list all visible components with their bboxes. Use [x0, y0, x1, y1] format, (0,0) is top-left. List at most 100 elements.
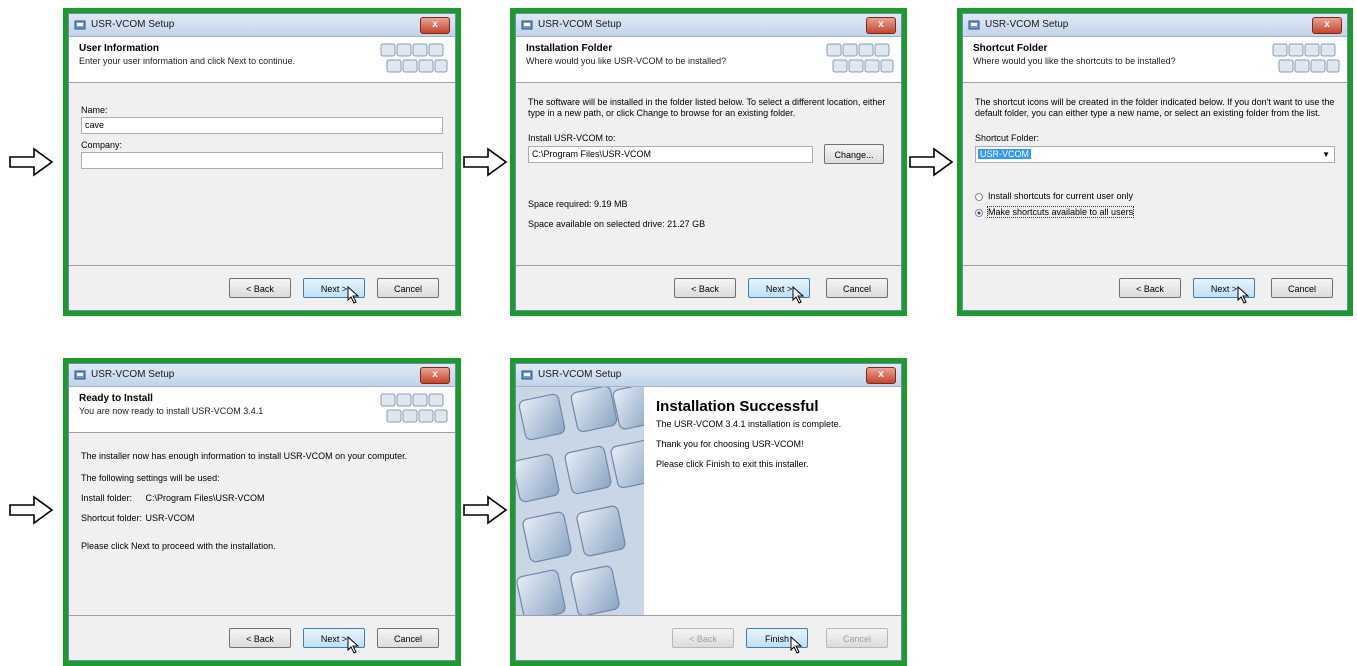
keyboard-banner-icon [1269, 40, 1341, 80]
window-title: USR-VCOM Setup [538, 19, 622, 30]
space-required-text: Space required: 9.19 MB [528, 199, 628, 209]
change-button[interactable]: Change... [824, 144, 884, 164]
success-line-1: The USR-VCOM 3.4.1 installation is compl… [656, 419, 842, 429]
wizard-header: Ready to Install You are now ready to in… [69, 387, 455, 433]
success-panel: Installation Successful The USR-VCOM 3.4… [656, 398, 893, 469]
install-path-label: Install USR-VCOM to: [528, 133, 616, 143]
company-input[interactable] [81, 152, 443, 169]
close-button[interactable]: x [1312, 17, 1342, 34]
page-title: Installation Successful [656, 398, 819, 415]
shortcut-folder-label: Shortcut folder: [81, 513, 143, 523]
window-title: USR-VCOM Setup [91, 19, 175, 30]
cancel-button[interactable]: Cancel [826, 628, 888, 648]
wizard-footer: < Back Next > Cancel [69, 265, 455, 310]
radio-selected-icon[interactable] [975, 208, 983, 217]
setup-app-icon [521, 20, 533, 30]
title-bar: USR-VCOM Setup x [69, 14, 455, 37]
setup-app-icon [74, 370, 86, 380]
arrow-right-icon [462, 147, 508, 177]
step3-window-frame: USR-VCOM Setup x Shortcut Folder Where w… [957, 8, 1353, 316]
name-input[interactable]: cave [81, 117, 443, 134]
install-path-input[interactable]: C:\Program Files\USR-VCOM [528, 146, 813, 163]
keyboard-side-image [516, 387, 644, 619]
proceed-text: Please click Next to proceed with the in… [81, 541, 276, 551]
radio-all-users-label: Make shortcuts available to all users [986, 206, 1135, 218]
arrow-right-icon [8, 495, 54, 525]
back-button[interactable]: < Back [229, 278, 291, 298]
close-button[interactable]: x [420, 367, 450, 384]
wizard-footer: < Back Next > Cancel [963, 265, 1347, 310]
close-button[interactable]: x [866, 17, 896, 34]
wizard-header: Installation Folder Where would you like… [516, 37, 901, 83]
wizard-header: Shortcut Folder Where would you like the… [963, 37, 1347, 83]
shortcut-folder-label: Shortcut Folder: [975, 133, 1040, 143]
back-button[interactable]: < Back [1119, 278, 1181, 298]
arrow-right-icon [8, 147, 54, 177]
window-title: USR-VCOM Setup [538, 369, 622, 380]
wizard-footer: < Back Finish Cancel [516, 615, 901, 660]
settings-intro: The following settings will be used: [81, 473, 220, 483]
wizard-body: The installer now has enough information… [69, 433, 455, 561]
step3-dialog: USR-VCOM Setup x Shortcut Folder Where w… [962, 13, 1348, 311]
arrow-right-icon [908, 147, 954, 177]
chevron-down-icon[interactable]: ▼ [1322, 147, 1330, 162]
setup-app-icon [968, 20, 980, 30]
success-line-3: Please click Finish to exit this install… [656, 459, 809, 469]
wizard-footer: < Back Next > Cancel [516, 265, 901, 310]
back-button[interactable]: < Back [674, 278, 736, 298]
step1-dialog: USR-VCOM Setup x User Information Enter … [68, 13, 456, 311]
cancel-button[interactable]: Cancel [377, 628, 439, 648]
window-title: USR-VCOM Setup [985, 19, 1069, 30]
shortcut-description: The shortcut icons will be created in th… [975, 97, 1335, 118]
close-button[interactable]: x [420, 17, 450, 34]
title-bar: USR-VCOM Setup x [963, 14, 1347, 37]
keyboard-banner-icon [377, 40, 449, 80]
keyboard-banner-icon [823, 40, 895, 80]
cancel-button[interactable]: Cancel [377, 278, 439, 298]
shortcut-folder-value: USR-VCOM [145, 513, 195, 523]
cancel-button[interactable]: Cancel [1271, 278, 1333, 298]
window-title: USR-VCOM Setup [91, 369, 175, 380]
arrow-right-icon [462, 495, 508, 525]
step1-window-frame: USR-VCOM Setup x User Information Enter … [63, 8, 461, 316]
wizard-header: User Information Enter your user informa… [69, 37, 455, 83]
shortcut-folder-dropdown[interactable]: USR-VCOM ▼ [975, 146, 1335, 163]
shortcut-folder-value: USR-VCOM [978, 149, 1031, 159]
step4-dialog: USR-VCOM Setup x Ready to Install You ar… [68, 363, 456, 661]
back-button[interactable]: < Back [229, 628, 291, 648]
mouse-cursor-icon [347, 636, 361, 654]
mouse-cursor-icon [790, 636, 804, 654]
space-available-text: Space available on selected drive: 21.27… [528, 219, 706, 229]
radio-current-user-label: Install shortcuts for current user only [988, 191, 1134, 201]
install-description: The software will be installed in the fo… [528, 97, 886, 118]
ready-description: The installer now has enough information… [81, 451, 408, 461]
wizard-body: The shortcut icons will be created in th… [963, 83, 1347, 227]
install-folder-label: Install folder: [81, 493, 133, 503]
mouse-cursor-icon [347, 286, 361, 304]
radio-all-users[interactable]: Make shortcuts available to all users [975, 206, 1335, 218]
step4-window-frame: USR-VCOM Setup x Ready to Install You ar… [63, 358, 461, 666]
radio-icon[interactable] [975, 192, 983, 201]
mouse-cursor-icon [1237, 286, 1251, 304]
company-label: Company: [81, 140, 123, 150]
close-button[interactable]: x [866, 367, 896, 384]
step2-dialog: USR-VCOM Setup x Installation Folder Whe… [515, 13, 902, 311]
setup-app-icon [521, 370, 533, 380]
keyboard-banner-icon [377, 390, 449, 430]
cancel-button[interactable]: Cancel [826, 278, 888, 298]
success-line-2: Thank you for choosing USR-VCOM! [656, 439, 804, 449]
mouse-cursor-icon [792, 286, 806, 304]
setup-app-icon [74, 20, 86, 30]
step5-window-frame: USR-VCOM Setup x Installation Successful… [510, 358, 907, 666]
step2-window-frame: USR-VCOM Setup x Installation Folder Whe… [510, 8, 907, 316]
title-bar: USR-VCOM Setup x [516, 364, 901, 387]
install-folder-value: C:\Program Files\USR-VCOM [145, 493, 265, 503]
name-label: Name: [81, 105, 108, 115]
radio-current-user[interactable]: Install shortcuts for current user only [975, 191, 1335, 201]
wizard-footer: < Back Next > Cancel [69, 615, 455, 660]
title-bar: USR-VCOM Setup x [516, 14, 901, 37]
title-bar: USR-VCOM Setup x [69, 364, 455, 387]
back-button[interactable]: < Back [672, 628, 734, 648]
step5-dialog: USR-VCOM Setup x Installation Successful… [515, 363, 902, 661]
wizard-body: Name: cave Company: [69, 83, 455, 179]
